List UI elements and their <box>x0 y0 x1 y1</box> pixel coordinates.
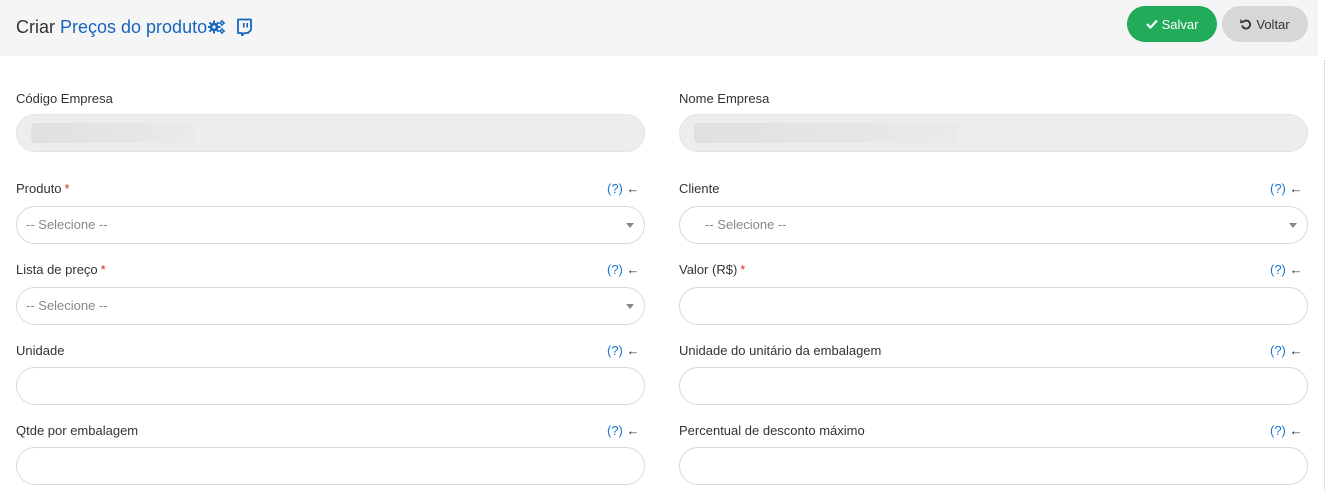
lista-preco-select[interactable]: -- Selecione -- <box>16 287 645 325</box>
produto-help[interactable]: (?) ← <box>607 181 640 197</box>
percentual-desconto-help[interactable]: (?) ← <box>1270 423 1303 439</box>
chevron-down-icon <box>1289 223 1297 228</box>
nome-empresa-label: Nome Empresa <box>679 91 770 106</box>
save-button-label: Salvar <box>1161 16 1199 32</box>
chevron-down-icon <box>626 304 634 309</box>
valor-help[interactable]: (?) ← <box>1270 262 1303 278</box>
redacted-value <box>31 123 195 143</box>
chevron-down-icon <box>626 223 634 228</box>
lista-preco-label-text: Lista de preço <box>16 262 98 277</box>
unidade-input[interactable] <box>16 367 645 405</box>
arrow-left-icon: ← <box>626 181 640 196</box>
page-header: Criar Preços do produto Salvar Voltar <box>0 0 1318 56</box>
arrow-left-icon: ← <box>1289 262 1303 277</box>
undo-icon <box>1240 18 1252 30</box>
lista-preco-label: Lista de preço * <box>16 262 106 278</box>
scroll-edge <box>1324 60 1325 492</box>
valor-label-text: Valor (R$) <box>679 262 738 277</box>
produto-label-text: Produto <box>16 181 62 196</box>
nome-empresa-field <box>679 114 1308 152</box>
help-link[interactable]: (?) <box>607 343 623 358</box>
valor-input[interactable] <box>679 287 1308 325</box>
title-entity: Preços do produto <box>60 17 208 37</box>
help-link[interactable]: (?) <box>607 423 623 438</box>
cliente-select[interactable]: -- Selecione -- <box>679 206 1308 244</box>
title-verb: Criar <box>16 17 55 37</box>
qtde-embalagem-help[interactable]: (?) ← <box>607 423 640 439</box>
cogs-icon[interactable] <box>208 19 226 35</box>
arrow-left-icon: ← <box>1289 423 1303 438</box>
arrow-left-icon: ← <box>626 262 640 277</box>
percentual-desconto-input[interactable] <box>679 447 1308 485</box>
codigo-empresa-field <box>16 114 645 152</box>
produto-select[interactable]: -- Selecione -- <box>16 206 645 244</box>
lista-preco-help[interactable]: (?) ← <box>607 262 640 278</box>
qtde-embalagem-label: Qtde por embalagem <box>16 423 139 438</box>
help-link[interactable]: (?) <box>607 181 623 196</box>
required-marker: * <box>740 262 746 277</box>
cliente-label: Cliente <box>679 181 720 196</box>
produto-select-placeholder: -- Selecione -- <box>26 217 108 232</box>
required-marker: * <box>64 181 70 196</box>
codigo-empresa-label: Código Empresa <box>16 91 113 106</box>
save-button[interactable]: Salvar <box>1127 6 1217 42</box>
page: Criar Preços do produto Salvar Voltar Có… <box>0 0 1329 492</box>
arrow-left-icon: ← <box>1289 181 1303 196</box>
arrow-left-icon: ← <box>626 423 640 438</box>
cliente-select-placeholder: -- Selecione -- <box>705 217 787 232</box>
produto-label: Produto * <box>16 181 70 197</box>
help-link[interactable]: (?) <box>607 262 623 277</box>
qtde-embalagem-input[interactable] <box>16 447 645 485</box>
cliente-help[interactable]: (?) ← <box>1270 181 1303 197</box>
help-link[interactable]: (?) <box>1270 262 1286 277</box>
redacted-value <box>694 123 958 143</box>
help-link[interactable]: (?) <box>1270 343 1286 358</box>
arrow-left-icon: ← <box>1289 343 1303 358</box>
unidade-unitario-input[interactable] <box>679 367 1308 405</box>
unidade-unitario-help[interactable]: (?) ← <box>1270 343 1303 359</box>
lista-preco-select-placeholder: -- Selecione -- <box>26 298 108 313</box>
help-link[interactable]: (?) <box>1270 181 1286 196</box>
check-icon <box>1145 19 1158 29</box>
chat-icon[interactable] <box>236 18 253 36</box>
arrow-left-icon: ← <box>626 343 640 358</box>
valor-label: Valor (R$) * <box>679 262 745 278</box>
unidade-help[interactable]: (?) ← <box>607 343 640 359</box>
page-title: Criar Preços do produto <box>16 15 253 39</box>
percentual-desconto-label: Percentual de desconto máximo <box>679 423 865 438</box>
required-marker: * <box>100 262 106 277</box>
unidade-label: Unidade <box>16 343 65 358</box>
back-button[interactable]: Voltar <box>1222 6 1308 42</box>
back-button-label: Voltar <box>1256 16 1290 32</box>
help-link[interactable]: (?) <box>1270 423 1286 438</box>
unidade-unitario-label: Unidade do unitário da embalagem <box>679 343 882 358</box>
